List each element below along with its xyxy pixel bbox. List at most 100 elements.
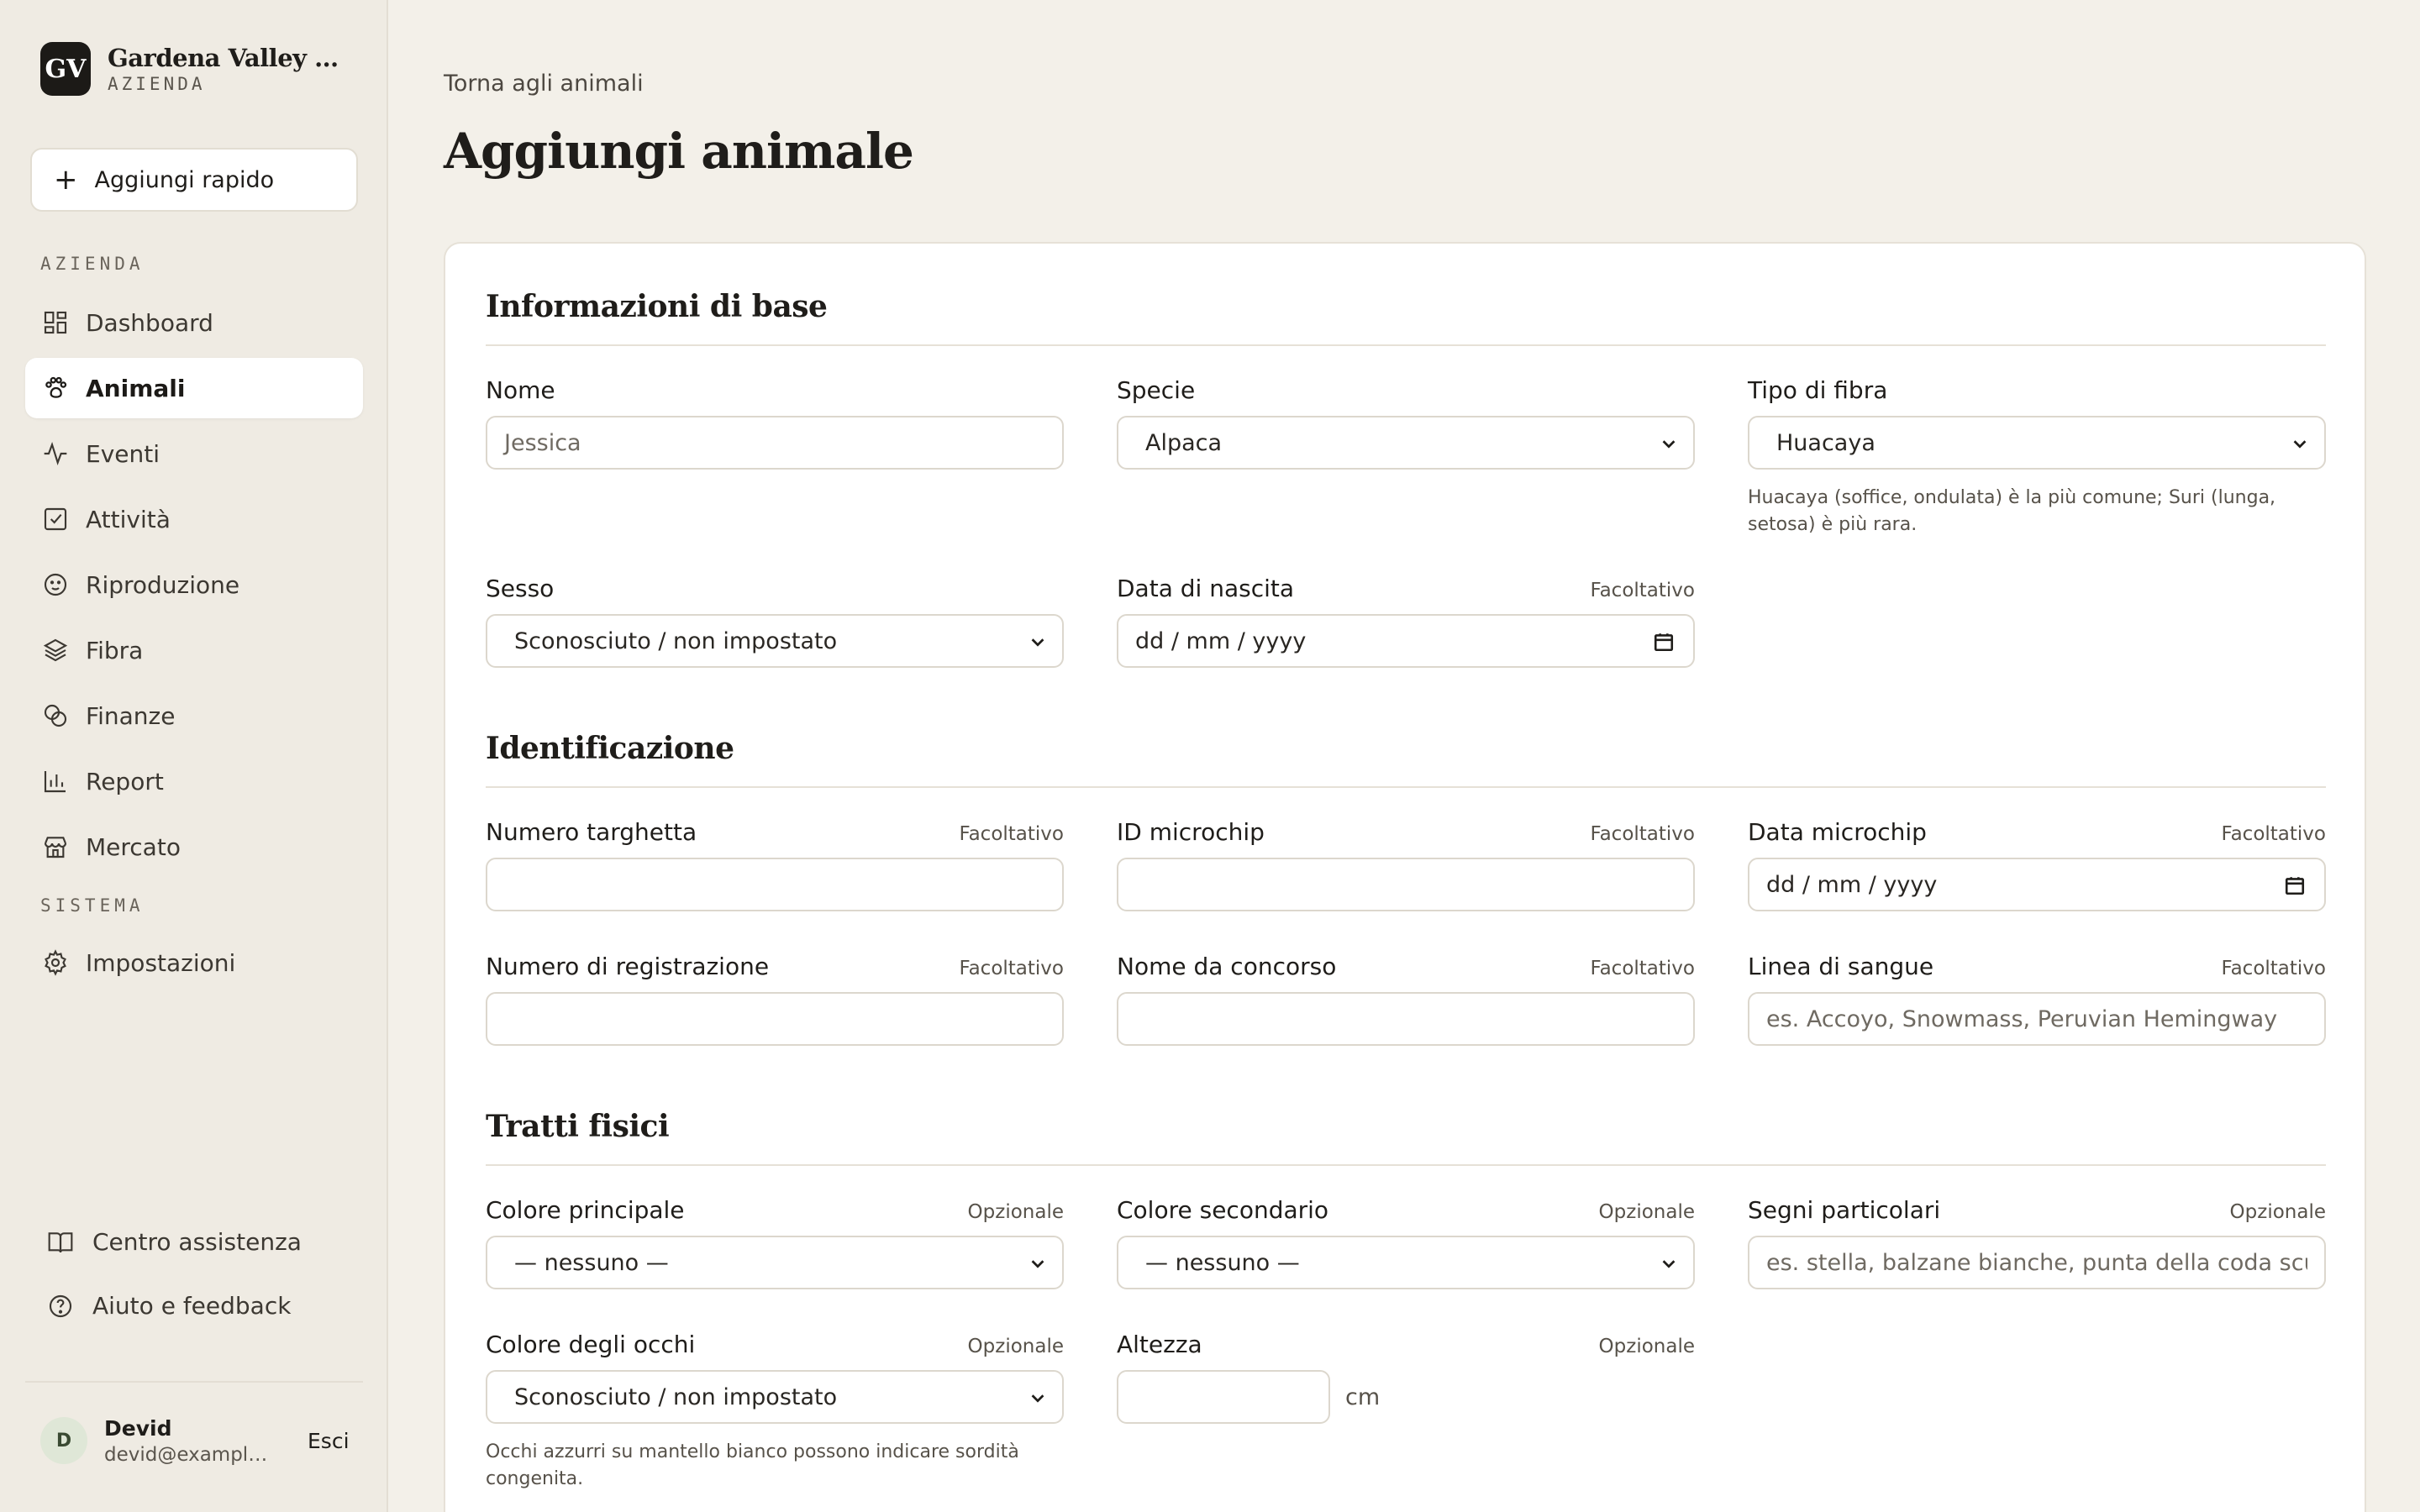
sidebar-item-report[interactable]: Report (25, 751, 363, 811)
bloodline-field: Linea di sangue Facoltativo es. Accoyo, S… (1748, 953, 2326, 1046)
sidebar-item-label: Finanze (86, 701, 176, 730)
optional-tag: Opzionale (1598, 1201, 1695, 1223)
back-link[interactable]: Torna agli animali (444, 71, 644, 97)
help-center-link[interactable]: Centro assistenza (47, 1228, 302, 1256)
activity-icon (42, 440, 69, 467)
baby-icon (42, 571, 69, 598)
secondary-color-select[interactable]: — nessuno — (1117, 1236, 1695, 1289)
quick-add-label: Aggiungi rapido (94, 166, 275, 193)
sidebar-item-riproduzione[interactable]: Riproduzione (25, 554, 363, 615)
name-input[interactable]: Jessica (486, 416, 1064, 470)
user-email: devid@example.com (104, 1443, 272, 1466)
help-feedback-link[interactable]: Aiuto e feedback (47, 1292, 291, 1320)
sidebar-item-label: Animali (86, 374, 186, 402)
checkbox-icon (42, 506, 69, 533)
dashboard-icon (42, 309, 69, 336)
show-name-input[interactable] (1117, 992, 1695, 1046)
tag-number-input[interactable] (486, 858, 1064, 911)
brand-logo: GV (40, 42, 91, 96)
plus-icon: + (54, 163, 78, 197)
logout-button[interactable]: Esci (308, 1429, 350, 1453)
section-title-identification: Identificazione (486, 731, 734, 766)
primary-color-label: Colore principale (486, 1196, 685, 1224)
coins-icon (42, 702, 69, 729)
help-feedback-label: Aiuto e feedback (92, 1292, 292, 1320)
brand[interactable]: GV Gardena Valley Alpacas AZIENDA (40, 42, 351, 96)
calendar-icon[interactable] (2284, 874, 2306, 896)
sex-select[interactable]: Sconosciuto / non impostato (486, 614, 1064, 668)
book-icon (47, 1229, 74, 1256)
optional-tag: Opzionale (967, 1201, 1064, 1223)
microchip-date-field: Data microchip Facoltativo dd / mm / yyyy (1748, 818, 2326, 911)
bloodline-label: Linea di sangue (1748, 953, 1934, 980)
chevron-down-icon (1662, 440, 1676, 449)
calendar-icon[interactable] (1653, 631, 1675, 653)
section-title-traits: Tratti fisici (486, 1109, 670, 1144)
height-input[interactable] (1117, 1370, 1330, 1424)
layers-icon (42, 637, 69, 664)
tag-number-field: Numero targhetta Facoltativo (486, 818, 1064, 911)
height-field: Altezza Opzionale cm (1117, 1331, 1695, 1424)
page-title: Aggiungi animale (444, 123, 914, 180)
eye-color-field: Colore degli occhi Opzionale Sconosciuto … (486, 1331, 1064, 1493)
markings-input[interactable]: es. stella, balzane bianche, punta della… (1748, 1236, 2326, 1289)
brand-name: Gardena Valley Alpacas (108, 44, 351, 72)
optional-tag: Opzionale (967, 1336, 1064, 1357)
optional-tag: Facoltativo (1590, 823, 1695, 845)
sidebar-item-dashboard[interactable]: Dashboard (25, 292, 363, 353)
optional-tag: Opzionale (1598, 1336, 1695, 1357)
birth-date-input[interactable]: dd / mm / yyyy (1117, 614, 1695, 668)
microchip-id-label: ID microchip (1117, 818, 1265, 846)
birth-date-field: Data di nascita Facoltativo dd / mm / yyy… (1117, 575, 1695, 668)
bloodline-input[interactable]: es. Accoyo, Snowmass, Peruvian Hemingway (1748, 992, 2326, 1046)
sidebar-item-animali[interactable]: Animali (25, 358, 363, 418)
optional-tag: Facoltativo (959, 823, 1064, 845)
primary-color-field: Colore principale Opzionale — nessuno — (486, 1196, 1064, 1289)
avatar[interactable]: D (40, 1417, 87, 1464)
name-field: Nome Jessica (486, 376, 1064, 470)
sidebar-item-finanze[interactable]: Finanze (25, 685, 363, 746)
species-field: Specie Alpaca (1117, 376, 1695, 470)
paw-icon (42, 375, 69, 402)
sidebar: GV Gardena Valley Alpacas AZIENDA + Aggi… (0, 0, 388, 1512)
show-name-field: Nome da concorso Facoltativo (1117, 953, 1695, 1046)
secondary-color-field: Colore secondario Opzionale — nessuno — (1117, 1196, 1695, 1289)
optional-tag: Facoltativo (1590, 958, 1695, 979)
quick-add-button[interactable]: + Aggiungi rapido (30, 148, 358, 212)
nav-section-system: SISTEMA (40, 895, 145, 916)
sidebar-item-eventi[interactable]: Eventi (25, 423, 363, 484)
fiber-type-select[interactable]: Huacaya (1748, 416, 2326, 470)
optional-tag: Facoltativo (959, 958, 1064, 979)
animal-form-card: Informazioni di base Nome Jessica Specie… (444, 242, 2366, 1512)
help-center-label: Centro assistenza (92, 1228, 302, 1256)
sex-field: Sesso Sconosciuto / non impostato (486, 575, 1064, 668)
microchip-date-input[interactable]: dd / mm / yyyy (1748, 858, 2326, 911)
optional-tag: Facoltativo (2221, 958, 2326, 979)
eye-color-select[interactable]: Sconosciuto / non impostato (486, 1370, 1064, 1424)
sidebar-item-fibra[interactable]: Fibra (25, 620, 363, 680)
user-profile: D Devid devid@example.com Esci (25, 1381, 363, 1499)
section-divider (486, 786, 2326, 788)
sidebar-item-label: Dashboard (86, 308, 213, 337)
fiber-field: Tipo di fibra Huacaya Huacaya (soffice, … (1748, 376, 2326, 538)
registration-input[interactable] (486, 992, 1064, 1046)
microchip-id-input[interactable] (1117, 858, 1695, 911)
brand-subtitle: AZIENDA (108, 74, 206, 94)
chevron-down-icon (1031, 1260, 1044, 1268)
sidebar-item-label: Fibra (86, 636, 144, 664)
section-title-basic: Informazioni di base (486, 289, 828, 324)
sidebar-item-attivita[interactable]: Attività (25, 489, 363, 549)
species-label: Specie (1117, 376, 1196, 404)
species-select[interactable]: Alpaca (1117, 416, 1695, 470)
markings-field: Segni particolari Opzionale es. stella, b… (1748, 1196, 2326, 1289)
height-label: Altezza (1117, 1331, 1202, 1358)
microchip-id-field: ID microchip Facoltativo (1117, 818, 1695, 911)
primary-color-select[interactable]: — nessuno — (486, 1236, 1064, 1289)
section-divider (486, 1164, 2326, 1166)
markings-label: Segni particolari (1748, 1196, 1941, 1224)
optional-tag: Opzionale (2229, 1201, 2326, 1223)
sidebar-item-impostazioni[interactable]: Impostazioni (25, 932, 363, 993)
user-name: Devid (104, 1415, 172, 1441)
sidebar-item-mercato[interactable]: Mercato (25, 816, 363, 877)
store-icon (42, 833, 69, 860)
